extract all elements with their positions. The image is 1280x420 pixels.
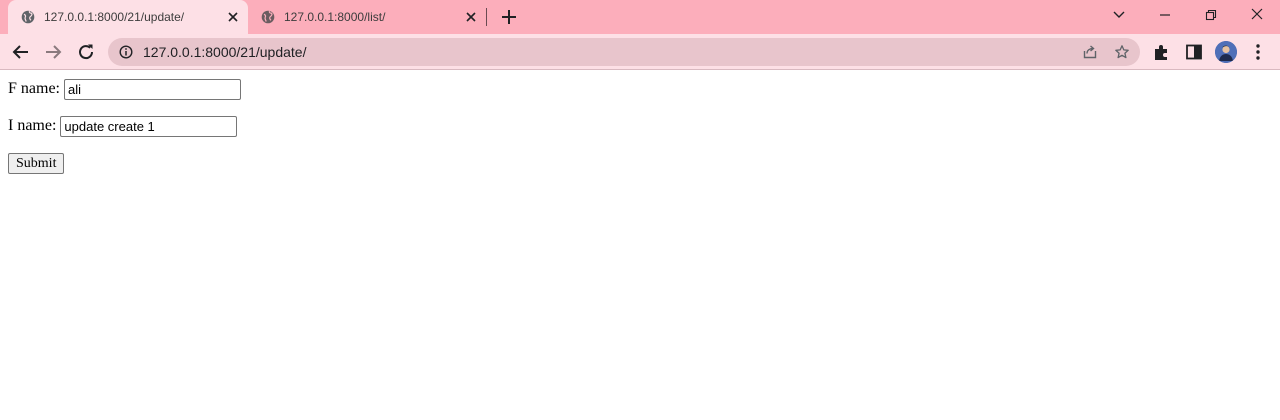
forward-arrow-icon[interactable] (42, 41, 64, 63)
side-panel-icon[interactable] (1183, 41, 1205, 63)
share-icon[interactable] (1082, 44, 1098, 60)
tab-divider (486, 8, 487, 26)
fname-input[interactable] (64, 78, 241, 100)
submit-button[interactable]: Submit (8, 153, 65, 174)
url-text[interactable]: 127.0.0.1:8000/21/update/ (143, 44, 306, 60)
site-info-icon[interactable] (119, 45, 133, 59)
profile-avatar[interactable] (1215, 41, 1237, 63)
lname-label: I name: (8, 117, 57, 134)
tab-list[interactable]: 127.0.0.1:8000/list/ (248, 0, 486, 34)
browser-toolbar: 127.0.0.1:8000/21/update/ (0, 34, 1280, 70)
lname-input[interactable] (60, 115, 238, 137)
fname-row: F name: (8, 78, 241, 100)
profile-avatar-image (1215, 41, 1237, 63)
reload-icon[interactable] (75, 41, 97, 63)
window-close-icon[interactable] (1245, 4, 1269, 26)
globe-icon (261, 10, 275, 24)
tab-update[interactable]: 127.0.0.1:8000/21/update/ (8, 0, 248, 34)
close-icon[interactable] (465, 11, 477, 23)
tab-title: 127.0.0.1:8000/21/update/ (44, 10, 185, 24)
fname-label: F name: (8, 80, 60, 97)
tab-title: 127.0.0.1:8000/list/ (284, 10, 386, 24)
lname-row: I name: (8, 115, 238, 137)
tab-search-chevron-down-icon[interactable] (1107, 4, 1131, 26)
extensions-puzzle-icon[interactable] (1151, 41, 1173, 63)
minimize-icon[interactable] (1153, 4, 1177, 26)
back-arrow-icon[interactable] (10, 41, 32, 63)
restore-icon[interactable] (1199, 4, 1223, 26)
bookmark-star-icon[interactable] (1114, 44, 1130, 60)
globe-icon (21, 10, 35, 24)
new-tab-plus-icon[interactable] (499, 7, 519, 27)
more-vertical-icon[interactable] (1247, 41, 1269, 63)
tab-strip: 127.0.0.1:8000/21/update/ 127.0.0.1:8000… (0, 0, 1280, 34)
address-bar[interactable]: 127.0.0.1:8000/21/update/ (108, 38, 1140, 66)
close-icon[interactable] (227, 11, 239, 23)
page-content: F name: I name: Submit (0, 71, 1280, 420)
